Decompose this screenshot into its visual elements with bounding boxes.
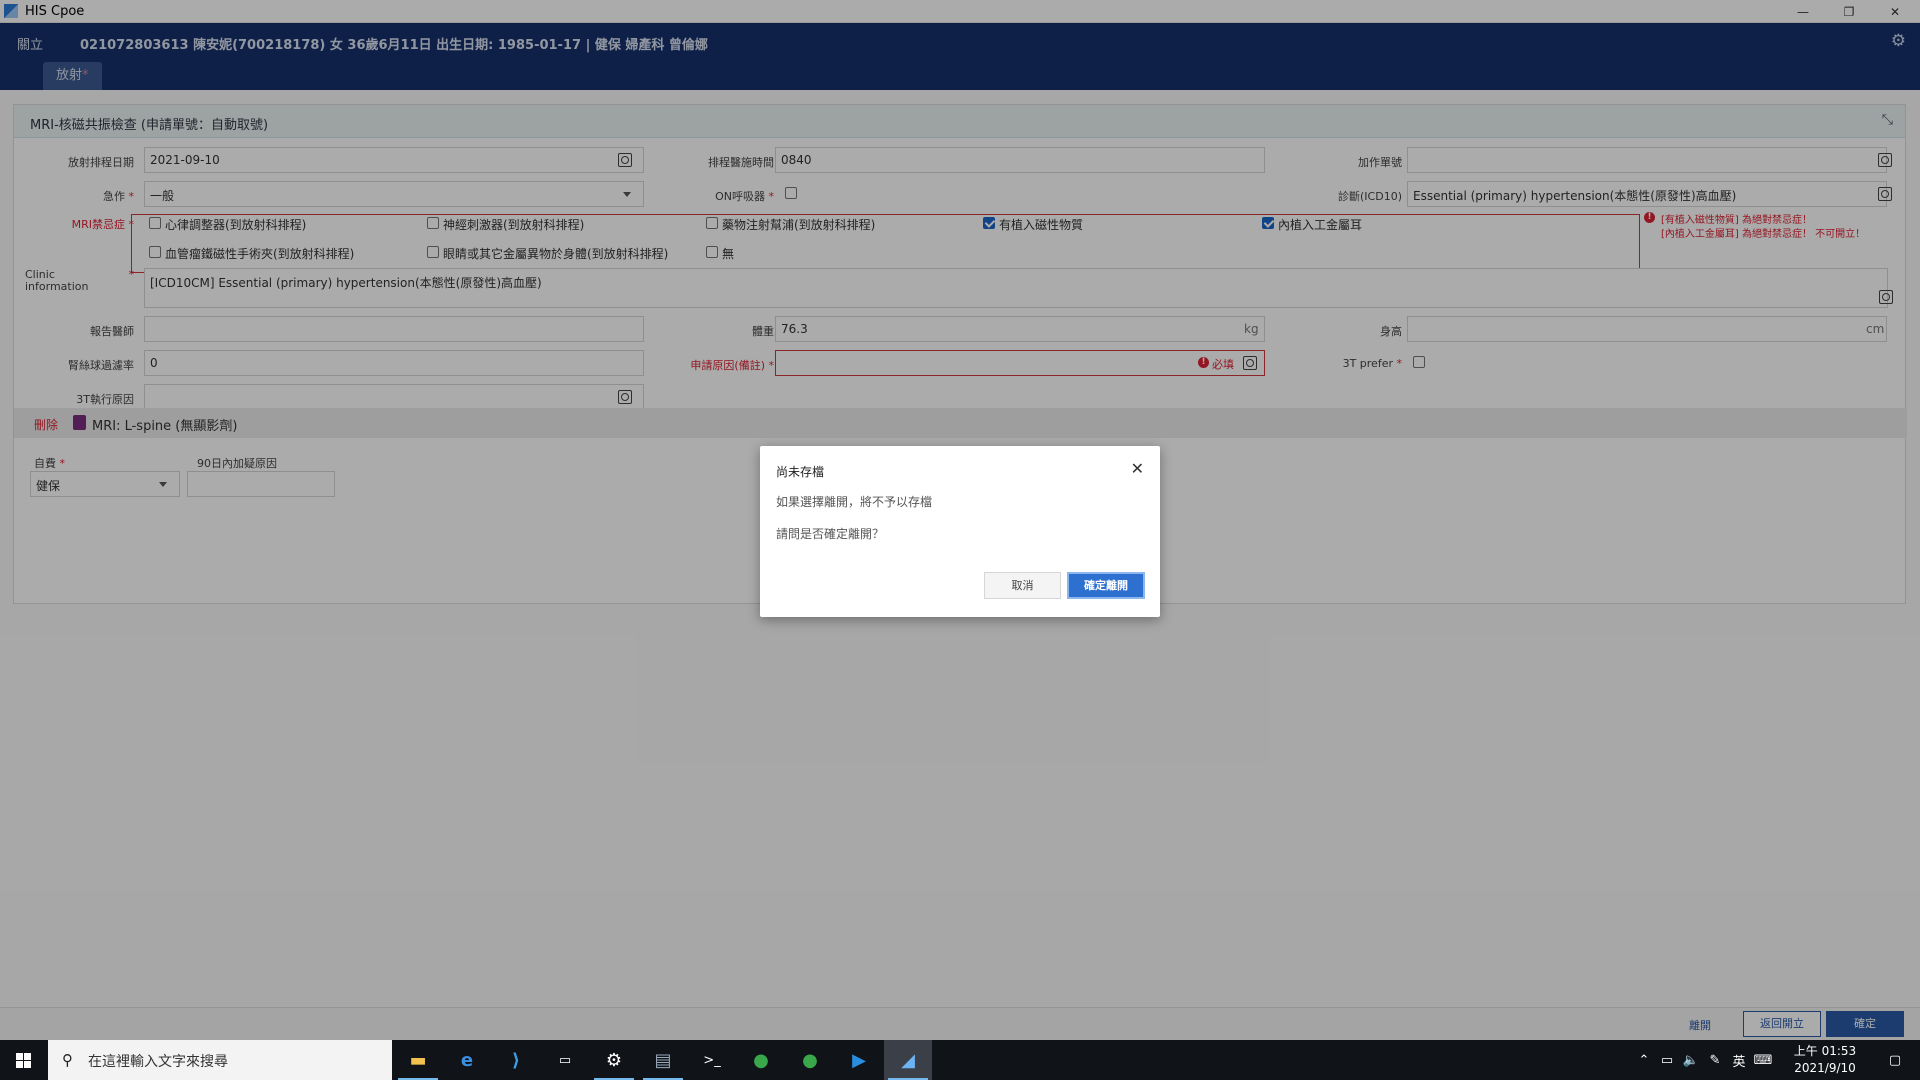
chevron-up-icon[interactable]: ⌃ [1634, 1040, 1654, 1080]
windows-logo-icon [16, 1053, 31, 1068]
printer-icon[interactable]: ▤ [639, 1040, 687, 1080]
notification-icon[interactable]: ▢ [1880, 1040, 1910, 1080]
dialog-message-2: 請問是否確定離開？ [776, 527, 885, 541]
console-icon[interactable]: >_ [688, 1040, 736, 1080]
volume-icon[interactable]: 🔈 [1680, 1040, 1702, 1080]
dialog-confirm-leave-button[interactable]: 確定離開 [1067, 572, 1145, 599]
unsaved-dialog: 尚未存檔 ✕ 如果選擇離開，將不予以存檔 請問是否確定離開？ 取消 確定離開 [760, 446, 1160, 617]
dialog-cancel-button[interactable]: 取消 [984, 572, 1061, 599]
vscode-icon[interactable]: ⟩ [492, 1040, 540, 1080]
his-cpoe-taskbar-icon[interactable]: ◢ [884, 1040, 932, 1080]
dialog-close-icon[interactable]: ✕ [1131, 459, 1144, 478]
ime-mode[interactable]: 英 [1728, 1040, 1750, 1080]
taskbar-search-placeholder: 在這裡輸入文字來搜尋 [88, 1054, 228, 1070]
start-button[interactable] [0, 1040, 48, 1080]
network-icon[interactable]: ▭ [1656, 1040, 1678, 1080]
settings-icon[interactable]: ⚙ [590, 1040, 638, 1080]
clock-date: 2021/9/10 [1794, 1061, 1856, 1075]
terminal-window-icon[interactable]: ▭ [541, 1040, 589, 1080]
taskbar-search[interactable]: ⚲ 在這裡輸入文字來搜尋 [48, 1040, 392, 1080]
dialog-message-1: 如果選擇離開，將不予以存檔 [776, 495, 933, 509]
search-icon: ⚲ [62, 1051, 73, 1069]
pen-icon[interactable]: ✎ [1704, 1040, 1726, 1080]
keyboard-icon[interactable]: ⌨ [1752, 1040, 1774, 1080]
app-green-icon-2[interactable]: ● [786, 1040, 834, 1080]
clock-time: 上午 01:53 [1793, 1044, 1857, 1058]
dialog-title: 尚未存檔 [776, 465, 825, 479]
taskbar-clock[interactable]: 上午 01:53 2021/9/10 [1786, 1043, 1864, 1077]
windows-taskbar: ⚲ 在這裡輸入文字來搜尋 ▬ e ⟩ ▭ ⚙ ▤ >_ ● ● ▶ ◢ ⌃ ▭ … [0, 1040, 1920, 1080]
file-explorer-icon[interactable]: ▬ [394, 1040, 442, 1080]
ie-browser-icon[interactable]: e [443, 1040, 491, 1080]
app-green-icon-1[interactable]: ● [737, 1040, 785, 1080]
media-app-icon[interactable]: ▶ [835, 1040, 883, 1080]
